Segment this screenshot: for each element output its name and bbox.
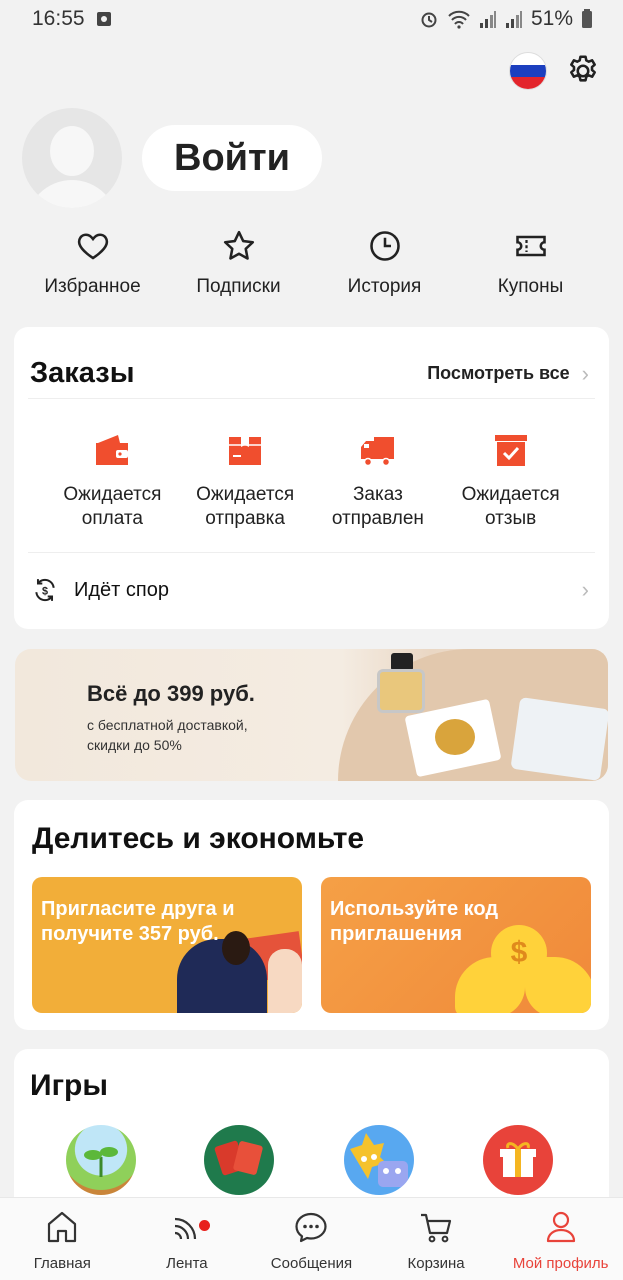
invite-friend-promo[interactable]: Пригласите друга и получите 357 руб.: [32, 877, 302, 1013]
orders-title: Заказы: [30, 357, 135, 389]
chevron-right-icon: ›: [581, 360, 589, 386]
order-status-row: Ожидается оплата Ожидается отправка Зака…: [28, 399, 595, 553]
promo-banner[interactable]: Всё до 399 руб. с бесплатной доставкой, …: [15, 649, 608, 781]
status-bar: 16:55 51%: [0, 0, 623, 38]
cable-box-image: [510, 697, 608, 781]
share-title: Делитесь и экономьте: [32, 822, 365, 855]
chevron-right-icon: ›: [581, 577, 589, 602]
banner-subtitle-line2: скидки до 50%: [87, 737, 182, 753]
russia-flag-icon[interactable]: [509, 52, 547, 90]
notification-icon: [96, 12, 111, 26]
order-status-label: Ожидается отзыв: [461, 484, 560, 529]
svg-text:$: $: [42, 585, 48, 597]
nav-feed[interactable]: Лента: [125, 1198, 250, 1280]
orders-header: Заказы Посмотреть все ›: [28, 327, 595, 399]
order-status-label: Ожидается отправка: [196, 484, 295, 529]
chat-icon: [295, 1212, 328, 1243]
quick-link-label: Купоны: [497, 276, 564, 297]
banner-title: Всё до 399 руб.: [87, 681, 255, 706]
dispute-dollar-icon: $: [35, 578, 55, 602]
alarm-icon: [421, 12, 437, 28]
quick-links: Избранное Подписки История Купоны: [20, 228, 603, 298]
package-icon: [229, 437, 262, 465]
avatar[interactable]: [22, 108, 122, 208]
quick-link-favorites[interactable]: Избранное: [20, 228, 165, 298]
perfume-bottle-image: [377, 669, 425, 713]
quick-link-label: Подписки: [196, 276, 281, 297]
signal-icon: [479, 11, 496, 28]
nav-label: Главная: [33, 1255, 91, 1272]
game-monsters-icon[interactable]: [344, 1125, 414, 1195]
order-status-label: Заказ отправлен: [331, 484, 424, 529]
clock-icon: [369, 231, 400, 261]
dispute-label: Идёт спор: [74, 578, 169, 601]
dispute-row[interactable]: $ Идёт спор ›: [28, 553, 595, 627]
profile-icon: [546, 1211, 575, 1243]
nav-label: Мой профиль: [512, 1255, 609, 1272]
order-status-awaiting-shipment[interactable]: Ожидается отправка: [179, 431, 312, 552]
order-status-shipped[interactable]: Заказ отправлен: [312, 431, 445, 552]
truck-icon: [360, 437, 394, 467]
notification-dot: [198, 1220, 210, 1231]
order-status-awaiting-review[interactable]: Ожидается отзыв: [444, 431, 577, 552]
order-status-awaiting-payment[interactable]: Ожидается оплата: [46, 431, 179, 552]
game-sprout-icon[interactable]: [66, 1125, 136, 1195]
invite-code-text: Используйте код приглашения: [330, 898, 499, 945]
battery-icon: [582, 9, 592, 28]
quick-link-coupons[interactable]: Купоны: [458, 228, 603, 298]
game-cards-icon[interactable]: [204, 1125, 274, 1195]
star-icon: [223, 230, 254, 260]
games-title: Игры: [30, 1069, 109, 1102]
see-all-orders-link[interactable]: Посмотреть все ›: [427, 361, 589, 387]
gift-bow-image: [435, 719, 475, 755]
share-and-save-card: Делитесь и экономьте Пригласите друга и …: [14, 800, 609, 1030]
heart-icon: [77, 233, 108, 260]
profile-header: Войти: [22, 108, 322, 208]
cart-icon: [421, 1213, 452, 1243]
quick-link-history[interactable]: История: [312, 228, 457, 298]
orders-card: Заказы Посмотреть все › Ожидается оплата…: [14, 327, 609, 629]
ticket-icon: [515, 235, 546, 257]
top-actions: [509, 52, 601, 90]
wallet-icon: [96, 435, 129, 465]
status-time: 16:55: [32, 7, 85, 30]
banner-subtitle-line1: с бесплатной доставкой,: [87, 717, 248, 733]
use-invite-code-promo[interactable]: $ Используйте код приглашения: [321, 877, 591, 1013]
see-all-label: Посмотреть все: [427, 363, 570, 383]
quick-link-label: Избранное: [44, 276, 141, 297]
nav-profile[interactable]: Мой профиль: [498, 1198, 623, 1280]
quick-link-label: История: [347, 276, 422, 297]
nav-cart[interactable]: Корзина: [374, 1198, 499, 1280]
nav-home[interactable]: Главная: [0, 1198, 125, 1280]
signal-icon-2: [505, 11, 522, 28]
battery-percent: 51%: [530, 7, 573, 30]
login-button[interactable]: Войти: [142, 125, 322, 191]
nav-messages[interactable]: Сообщения: [249, 1198, 374, 1280]
order-status-label: Ожидается оплата: [63, 484, 162, 529]
banner-subtitle: с бесплатной доставкой, скидки до 50%: [87, 715, 248, 755]
nav-label: Сообщения: [270, 1255, 353, 1272]
wifi-icon: [448, 10, 470, 29]
gear-icon[interactable]: [565, 53, 601, 89]
nav-label: Лента: [166, 1255, 208, 1272]
game-gift-icon[interactable]: [483, 1125, 553, 1195]
quick-link-subscriptions[interactable]: Подписки: [166, 228, 311, 298]
nav-label: Корзина: [407, 1255, 465, 1272]
review-icon: [494, 435, 527, 466]
home-icon: [48, 1211, 77, 1243]
invite-friend-text: Пригласите друга и получите 357 руб.: [41, 898, 235, 945]
bottom-navigation: Главная Лента Сообщения Корзина Мой проф…: [0, 1197, 623, 1280]
